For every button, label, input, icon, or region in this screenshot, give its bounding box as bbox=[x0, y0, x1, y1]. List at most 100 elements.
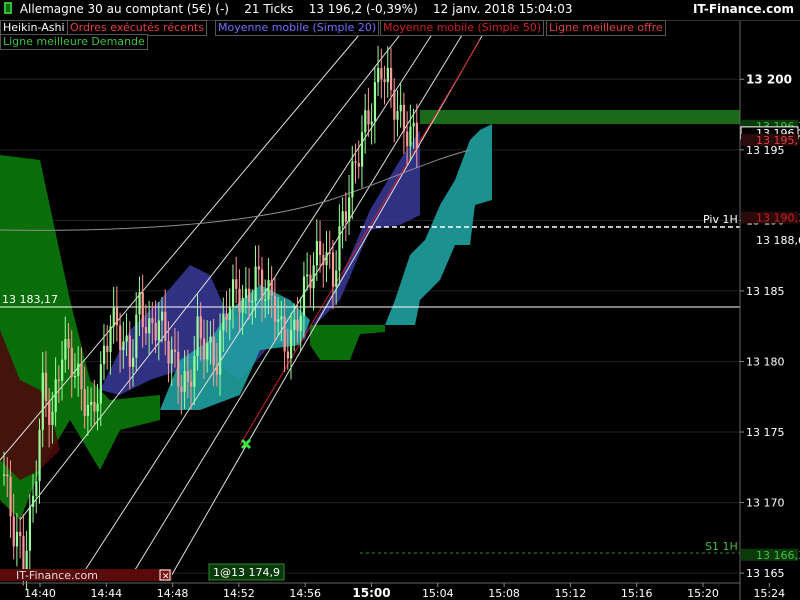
candle-body bbox=[170, 349, 173, 364]
bid-ask-band bbox=[420, 110, 740, 124]
candle-body bbox=[199, 316, 202, 339]
candle-body bbox=[115, 307, 119, 326]
candle-body bbox=[57, 379, 61, 382]
candle-body bbox=[173, 349, 177, 352]
candle-body bbox=[335, 270, 338, 287]
candle-body bbox=[86, 404, 90, 416]
candle-body bbox=[409, 126, 412, 147]
candle-body bbox=[251, 300, 254, 303]
candle-body bbox=[28, 506, 31, 551]
candle-body bbox=[360, 132, 364, 167]
x-axis: 14:40 14:44 14:48 14:52 14:56 15:00 15:04 15:08… bbox=[0, 582, 785, 600]
candle-body bbox=[32, 495, 35, 507]
candle-body bbox=[215, 365, 219, 375]
hline-label: 13 183,17 bbox=[2, 293, 58, 306]
candle-body bbox=[244, 288, 248, 299]
candle-body bbox=[93, 401, 96, 412]
instrument-title: Allemagne 30 au comptant (5€) (-) bbox=[19, 2, 229, 16]
x-tick-label: 14:44 bbox=[90, 587, 122, 600]
candle-body bbox=[319, 241, 322, 255]
candle-body bbox=[383, 79, 386, 83]
candle-body bbox=[54, 379, 57, 412]
y-tick-label: 13 175 bbox=[746, 426, 785, 439]
candle-body bbox=[209, 336, 212, 343]
timestamp: 12 janv. 2018 15:04:03 bbox=[433, 2, 573, 16]
candle-body bbox=[348, 197, 351, 222]
candle-body bbox=[415, 122, 418, 149]
candle-body bbox=[357, 163, 360, 167]
legend-ma50[interactable]: Moyenne mobile (Simple 50) bbox=[380, 20, 545, 36]
candle-body bbox=[212, 336, 215, 366]
ichimoku-cloud bbox=[0, 110, 740, 520]
x-tick-label: 14:52 bbox=[223, 587, 255, 600]
brand: IT-Finance.com bbox=[692, 2, 794, 16]
legend-best-offer[interactable]: Ligne meilleure offre bbox=[546, 20, 666, 36]
tag-ma50: 13 190,2 bbox=[756, 212, 800, 225]
candle-body bbox=[106, 345, 109, 353]
x-tick-label: 15:24 bbox=[753, 587, 785, 600]
candle-body bbox=[83, 389, 86, 416]
candle-body bbox=[267, 280, 270, 300]
candle-body bbox=[119, 325, 122, 351]
candle-body bbox=[102, 345, 106, 365]
candle-body bbox=[309, 274, 312, 289]
candle-body bbox=[373, 82, 377, 122]
candle-body bbox=[90, 401, 93, 405]
y-tick-label: 13 185 bbox=[746, 285, 785, 298]
x-tick-label: 15:00 bbox=[352, 586, 390, 600]
candle-body bbox=[338, 226, 341, 271]
candle-body bbox=[177, 351, 180, 387]
tag-pivot: 13 188,6 bbox=[756, 234, 800, 247]
s1-name: S1 1H bbox=[705, 540, 738, 553]
legend-best-bid[interactable]: Ligne meilleure Demande bbox=[0, 34, 148, 50]
candle-body bbox=[283, 316, 286, 352]
candle-body bbox=[109, 326, 112, 353]
candle-body bbox=[322, 254, 325, 266]
x-tick-label: 15:04 bbox=[422, 587, 454, 600]
candle-body bbox=[44, 372, 48, 401]
candle-body bbox=[290, 329, 293, 359]
logo-icon bbox=[4, 2, 12, 14]
candle-body bbox=[41, 372, 44, 430]
candle-body bbox=[25, 550, 28, 571]
candle-body bbox=[257, 266, 260, 270]
candle-body bbox=[351, 161, 354, 198]
candle-body bbox=[196, 316, 199, 356]
candle-body bbox=[3, 474, 6, 476]
candle-body bbox=[344, 211, 348, 222]
candle-body bbox=[167, 340, 170, 364]
trend-channel bbox=[0, 21, 740, 579]
candle-body bbox=[51, 411, 54, 425]
candle-body bbox=[302, 276, 306, 316]
candle-body bbox=[364, 110, 367, 133]
price-chart[interactable]: 13 183,17 Piv 1H S1 1H 1@13 174,9 IT-Fin… bbox=[0, 0, 800, 600]
cloud-green-right bbox=[310, 325, 385, 360]
candle-body bbox=[270, 280, 273, 296]
candle-body bbox=[231, 279, 235, 307]
candle-body bbox=[380, 68, 383, 80]
candle-body bbox=[186, 371, 190, 382]
candle-body bbox=[293, 319, 296, 330]
candle-body bbox=[70, 347, 73, 377]
candle-body bbox=[138, 292, 141, 315]
candle-body bbox=[235, 279, 238, 289]
y-axis-panel bbox=[740, 20, 800, 600]
candle-body bbox=[141, 292, 144, 328]
candle-body bbox=[131, 357, 135, 367]
legend-ma20[interactable]: Moyenne mobile (Simple 20) bbox=[215, 20, 380, 36]
candle-body bbox=[228, 306, 231, 320]
candle-body bbox=[341, 211, 344, 227]
candle-body bbox=[180, 386, 183, 392]
candle-body bbox=[396, 111, 399, 120]
candle-body bbox=[61, 359, 64, 381]
candle-body bbox=[260, 269, 264, 300]
candle-body bbox=[67, 338, 70, 348]
candle-body bbox=[161, 311, 164, 321]
candle-body bbox=[325, 252, 328, 266]
candle-body bbox=[19, 531, 22, 537]
candle-body bbox=[125, 335, 128, 342]
tick-setting[interactable]: 21 Ticks bbox=[244, 2, 293, 16]
candle-body bbox=[64, 338, 67, 360]
candle-body bbox=[402, 104, 406, 132]
candle-body bbox=[306, 274, 309, 277]
